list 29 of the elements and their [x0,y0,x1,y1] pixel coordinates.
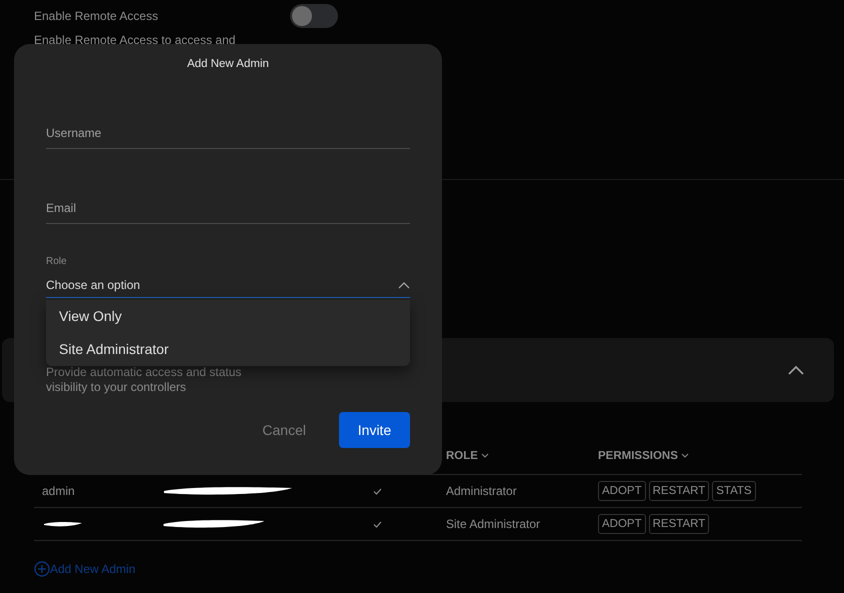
chevron-icon[interactable] [788,365,804,375]
sort-caret-icon[interactable] [681,453,690,459]
field-label: Role [46,256,68,267]
permission-tag: RESTART [648,481,710,501]
table-cell: Administrator [446,484,517,498]
role-select[interactable]: Choose an option [46,273,410,298]
chevron-icon[interactable] [398,281,410,289]
card-description: Provide automatic access and status [46,365,242,380]
menu-item[interactable]: View Only [46,300,410,333]
permission-tag: ADOPT [598,481,646,501]
permission-tag: STATS [712,481,756,501]
remote-access-toggle[interactable] [290,4,338,28]
menu-item[interactable]: Site Administrator [46,333,410,366]
redaction-scribble [42,519,84,529]
permission-tag: ADOPT [598,514,646,534]
text-field[interactable]: Email [46,193,410,224]
text-field[interactable]: Username [46,118,410,149]
column-header[interactable]: ROLE [446,450,598,462]
setting-description: Enable Remote Access to access and [33,32,236,47]
sort-caret-icon[interactable] [481,453,490,459]
card-description: visibility to your controllers [46,380,188,395]
permission-tag: RESTART [648,514,710,534]
invite-button[interactable]: Invite [339,412,410,448]
dialog-title: Add New Admin [186,58,270,70]
table-cell: admin [42,484,75,498]
cancel-button[interactable]: Cancel [262,412,306,448]
table-cell: Site Administrator [446,517,540,531]
column-header[interactable]: PERMISSIONS [598,450,802,462]
setting-label: Enable Remote Access [34,9,160,23]
